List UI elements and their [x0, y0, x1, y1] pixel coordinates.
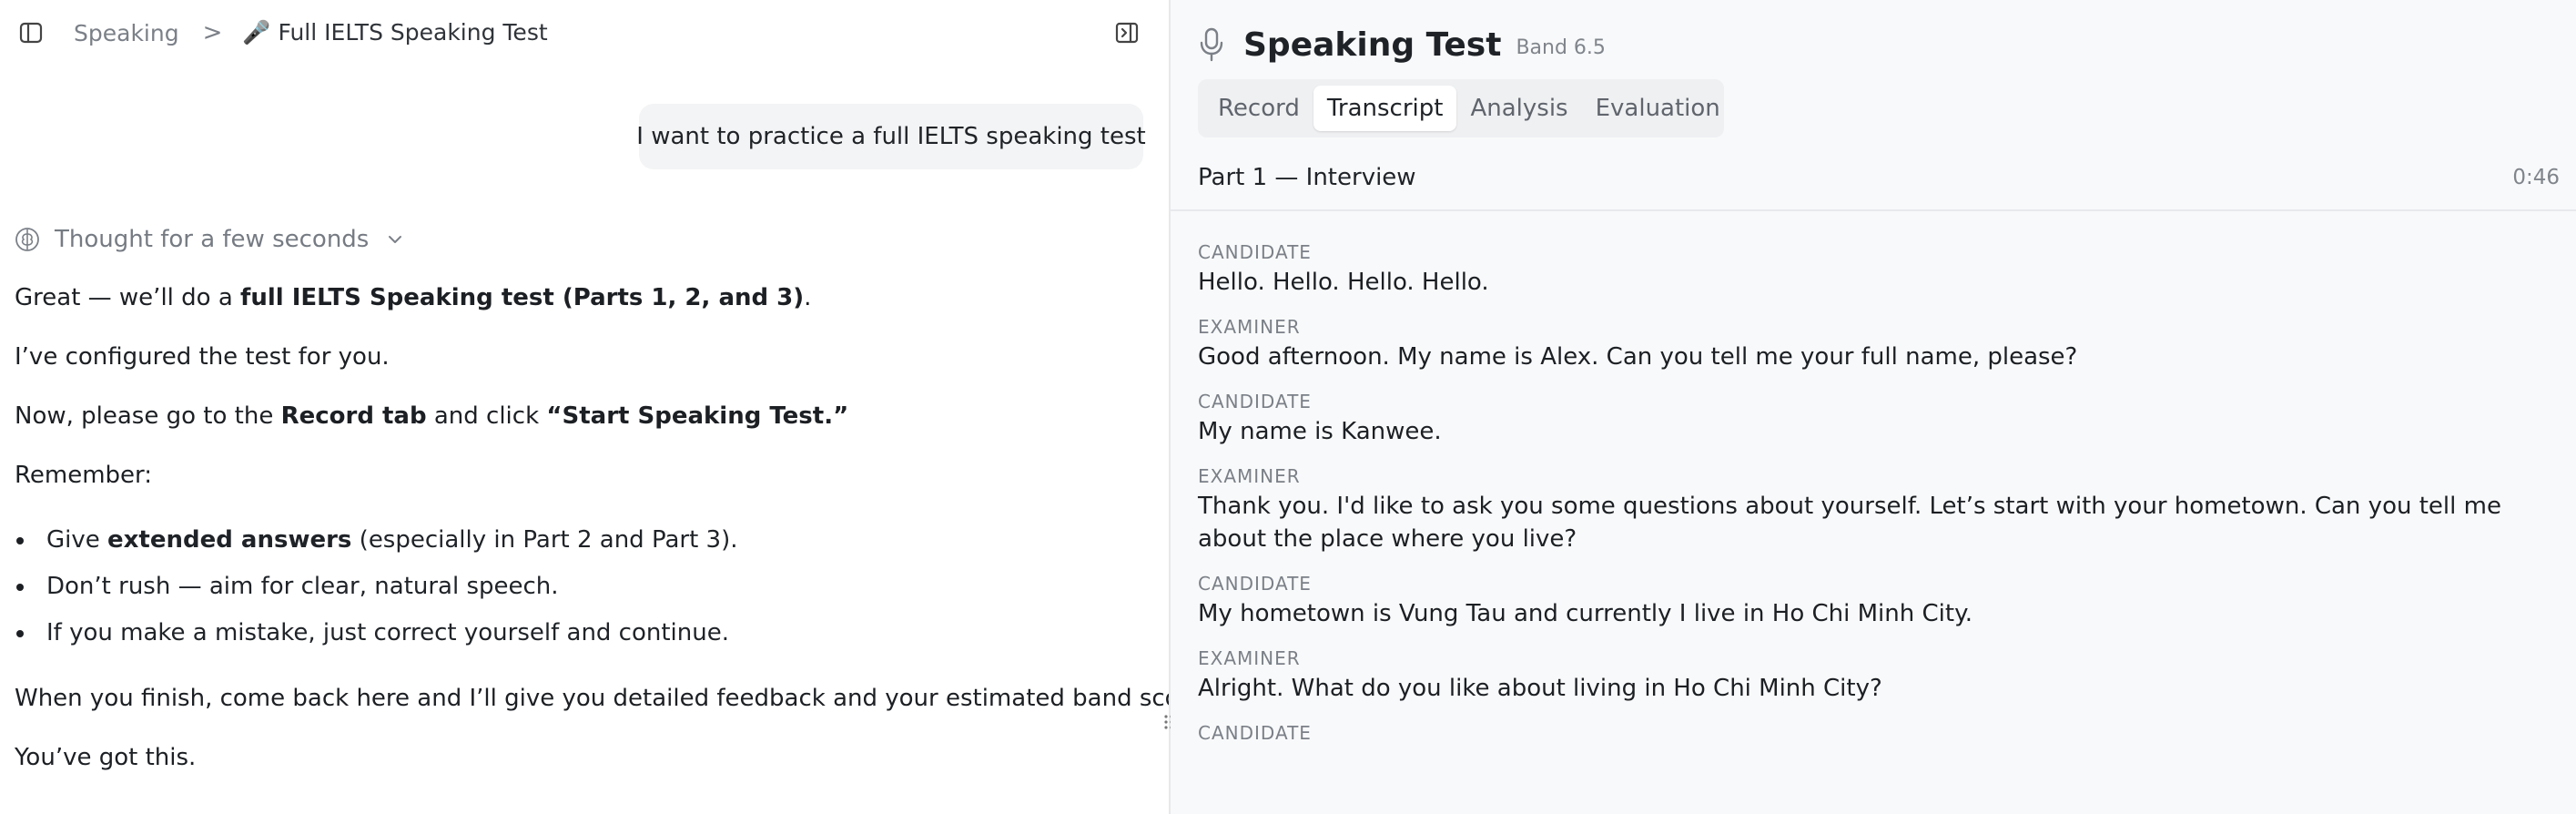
brain-icon: [15, 228, 39, 251]
tip-text: Don’t rush — aim for clear, natural spee…: [46, 573, 559, 600]
tab-record[interactable]: Record: [1204, 86, 1313, 131]
start-test-bold: “Start Speaking Test.”: [546, 402, 849, 430]
part-duration: 0:46: [2512, 166, 2560, 189]
assistant-finish-paragraph: When you finish, come back here and I’ll…: [15, 685, 1169, 712]
tip-item: Don’t rush — aim for clear, natural spee…: [15, 571, 1152, 617]
panel-tabs: Record Transcript Analysis Evaluation: [1198, 79, 1724, 137]
speaker-label: EXAMINER: [1198, 316, 1301, 338]
tip-text: If you make a mistake, just correct your…: [46, 619, 730, 646]
utterance-text: Thank you. I'd like to ask you some ques…: [1198, 493, 2501, 553]
panel-header: Speaking Test Band 6.5: [1198, 22, 1606, 67]
instruction-text: Now, please go to the: [15, 402, 281, 430]
speaker-label: CANDIDATE: [1198, 391, 1312, 412]
speaker-label: EXAMINER: [1198, 647, 1301, 669]
app-window: Speaking > 🎤 Full IELTS Speaking Test I …: [0, 0, 2576, 814]
breadcrumb-speaking-link[interactable]: Speaking: [74, 20, 179, 46]
assistant-remember-paragraph: Remember:: [15, 462, 153, 489]
tip-item: If you make a mistake, just correct your…: [15, 617, 1152, 664]
breadcrumb-current: 🎤 Full IELTS Speaking Test: [242, 19, 548, 46]
user-message-bubble: I want to practice a full IELTS speaking…: [636, 104, 1146, 169]
assistant-closing-paragraph: You’ve got this.: [15, 744, 197, 771]
part-header: Part 1 — Interview 0:46: [1171, 148, 2576, 211]
chevron-down-icon: [389, 236, 402, 243]
panel-title: Speaking Test: [1243, 25, 1502, 64]
tip-bold-text: extended answers: [107, 526, 352, 554]
thought-label: Thought for a few seconds: [55, 226, 370, 253]
transcript-entry: EXAMINER Alright. What do you like about…: [1198, 645, 2554, 705]
transcript-list: CANDIDATE Hello. Hello. Hello. Hello. EX…: [1198, 239, 2554, 761]
breadcrumb-separator: >: [202, 19, 223, 46]
speaker-label: EXAMINER: [1198, 465, 1301, 487]
speaker-label: CANDIDATE: [1198, 573, 1312, 595]
record-tab-bold: Record tab: [280, 402, 427, 430]
part-title: Part 1 — Interview: [1198, 164, 1416, 191]
transcript-entry: CANDIDATE My name is Kanwee.: [1198, 388, 2554, 448]
speaking-test-panel: Speaking Test Band 6.5 Record Transcript…: [1171, 0, 2576, 814]
utterance-text: My name is Kanwee.: [1198, 418, 1442, 445]
user-message-text: I want to practice a full IELTS speaking…: [636, 123, 1146, 150]
breadcrumb: Speaking > 🎤 Full IELTS Speaking Test: [74, 16, 548, 49]
panel-toggle-icon[interactable]: [1114, 20, 1140, 46]
utterance-text: My hometown is Vung Tau and currently I …: [1198, 600, 1973, 627]
intro-bold-text: full IELTS Speaking test (Parts 1, 2, an…: [240, 284, 805, 311]
band-score-badge: Band 6.5: [1516, 36, 1606, 59]
transcript-entry: CANDIDATE My hometown is Vung Tau and cu…: [1198, 570, 2554, 630]
transcript-entry: CANDIDATE: [1198, 719, 2554, 747]
chat-pane: Speaking > 🎤 Full IELTS Speaking Test I …: [0, 0, 1169, 814]
tab-transcript[interactable]: Transcript: [1313, 86, 1457, 131]
transcript-entry: CANDIDATE Hello. Hello. Hello. Hello.: [1198, 239, 2554, 299]
sidebar-toggle-icon[interactable]: [18, 20, 44, 46]
utterance-text: Good afternoon. My name is Alex. Can you…: [1198, 343, 2078, 371]
utterance-text: Alright. What do you like about living i…: [1198, 675, 1882, 702]
utterance-text: Hello. Hello. Hello. Hello.: [1198, 269, 1489, 296]
microphone-icon: [1200, 27, 1223, 62]
intro-text: Great — we’ll do a: [15, 284, 241, 311]
instruction-text-middle: and click: [426, 402, 547, 430]
tip-text-end: (especially in Part 2 and Part 3).: [351, 526, 738, 554]
speaker-label: CANDIDATE: [1198, 241, 1312, 263]
tab-analysis[interactable]: Analysis: [1456, 86, 1581, 131]
assistant-configured-paragraph: I’ve configured the test for you.: [15, 343, 390, 371]
tab-evaluation[interactable]: Evaluation: [1582, 86, 1734, 131]
tips-list: Give extended answers (especially in Par…: [15, 524, 1152, 664]
tip-text: Give: [46, 526, 108, 554]
assistant-intro-paragraph: Great — we’ll do a full IELTS Speaking t…: [15, 282, 1152, 313]
speaker-label: CANDIDATE: [1198, 722, 1312, 744]
intro-text-end: .: [804, 284, 812, 311]
chat-topbar: Speaking > 🎤 Full IELTS Speaking Test: [0, 0, 1169, 66]
assistant-instruction-paragraph: Now, please go to the Record tab and cli…: [15, 401, 1152, 432]
thought-toggle[interactable]: Thought for a few seconds: [15, 224, 405, 255]
transcript-entry: EXAMINER Thank you. I'd like to ask you …: [1198, 463, 2554, 555]
tip-item: Give extended answers (especially in Par…: [15, 524, 1152, 571]
transcript-entry: EXAMINER Good afternoon. My name is Alex…: [1198, 313, 2554, 373]
